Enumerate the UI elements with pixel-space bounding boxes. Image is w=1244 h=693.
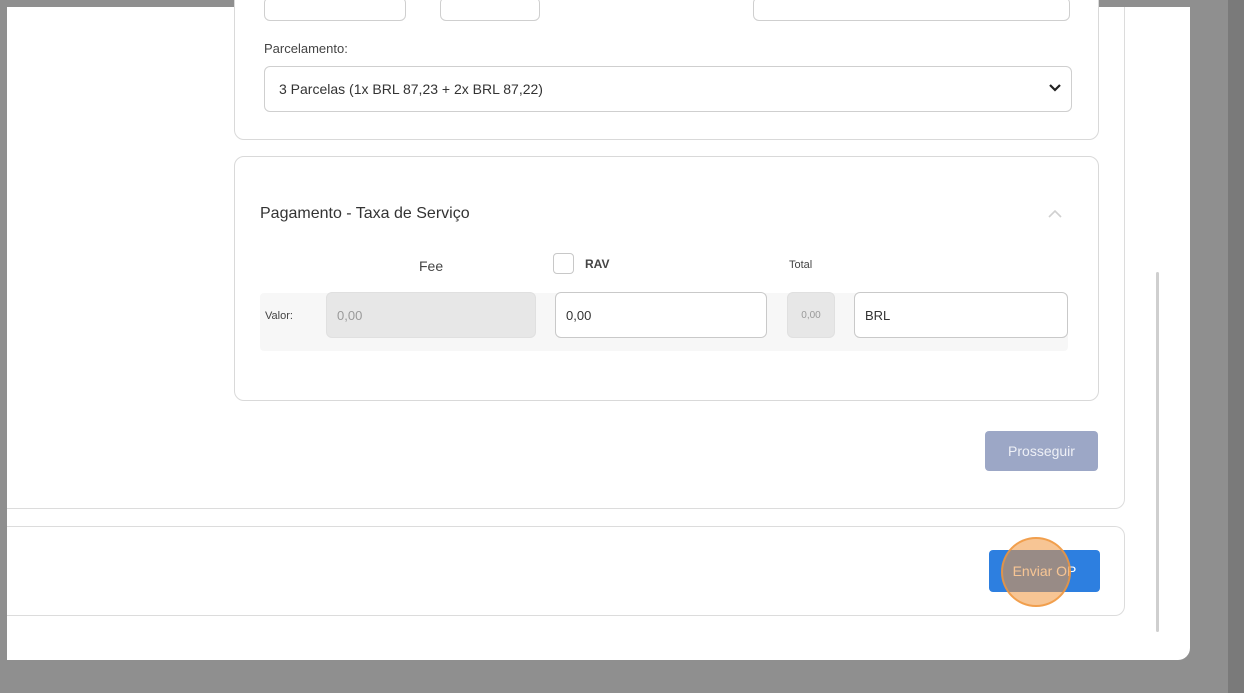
- chevron-down-icon: [1049, 82, 1061, 96]
- fee-value-field: 0,00: [326, 292, 536, 338]
- value-row-label: Valor:: [265, 310, 293, 322]
- service-fee-card: [234, 156, 1099, 401]
- fee-value-text: 0,00: [337, 307, 363, 323]
- click-indicator: [1001, 537, 1071, 607]
- service-fee-title: Pagamento - Taxa de Serviço: [260, 205, 470, 222]
- rav-value-input[interactable]: 0,00: [555, 292, 767, 338]
- partial-input-3[interactable]: [753, 0, 1070, 21]
- total-value-text: 0,00: [801, 309, 821, 321]
- footer-bar: [7, 526, 1125, 616]
- currency-text: BRL: [865, 307, 891, 323]
- chevron-up-icon[interactable]: [1048, 206, 1062, 222]
- total-column-header: Total: [789, 259, 813, 271]
- fee-column-header: Fee: [419, 258, 444, 274]
- installments-label: Parcelamento:: [264, 41, 348, 56]
- proceed-button[interactable]: Prosseguir: [985, 431, 1098, 471]
- total-value-field: 0,00: [787, 292, 835, 338]
- rav-checkbox[interactable]: [553, 253, 574, 274]
- rav-column-header: RAV: [585, 257, 610, 271]
- installments-selected-value: 3 Parcelas (1x BRL 87,23 + 2x BRL 87,22): [279, 81, 543, 97]
- order-modal: Parcelamento: 3 Parcelas (1x BRL 87,23 +…: [7, 0, 1190, 660]
- scrollbar-thumb[interactable]: [1156, 272, 1159, 632]
- partial-input-2[interactable]: [440, 0, 540, 21]
- installments-select[interactable]: 3 Parcelas (1x BRL 87,23 + 2x BRL 87,22): [264, 66, 1072, 112]
- partial-input-1[interactable]: [264, 0, 406, 21]
- currency-input[interactable]: BRL: [854, 292, 1068, 338]
- rav-value-text: 0,00: [566, 307, 592, 323]
- background-strip: [1228, 0, 1244, 693]
